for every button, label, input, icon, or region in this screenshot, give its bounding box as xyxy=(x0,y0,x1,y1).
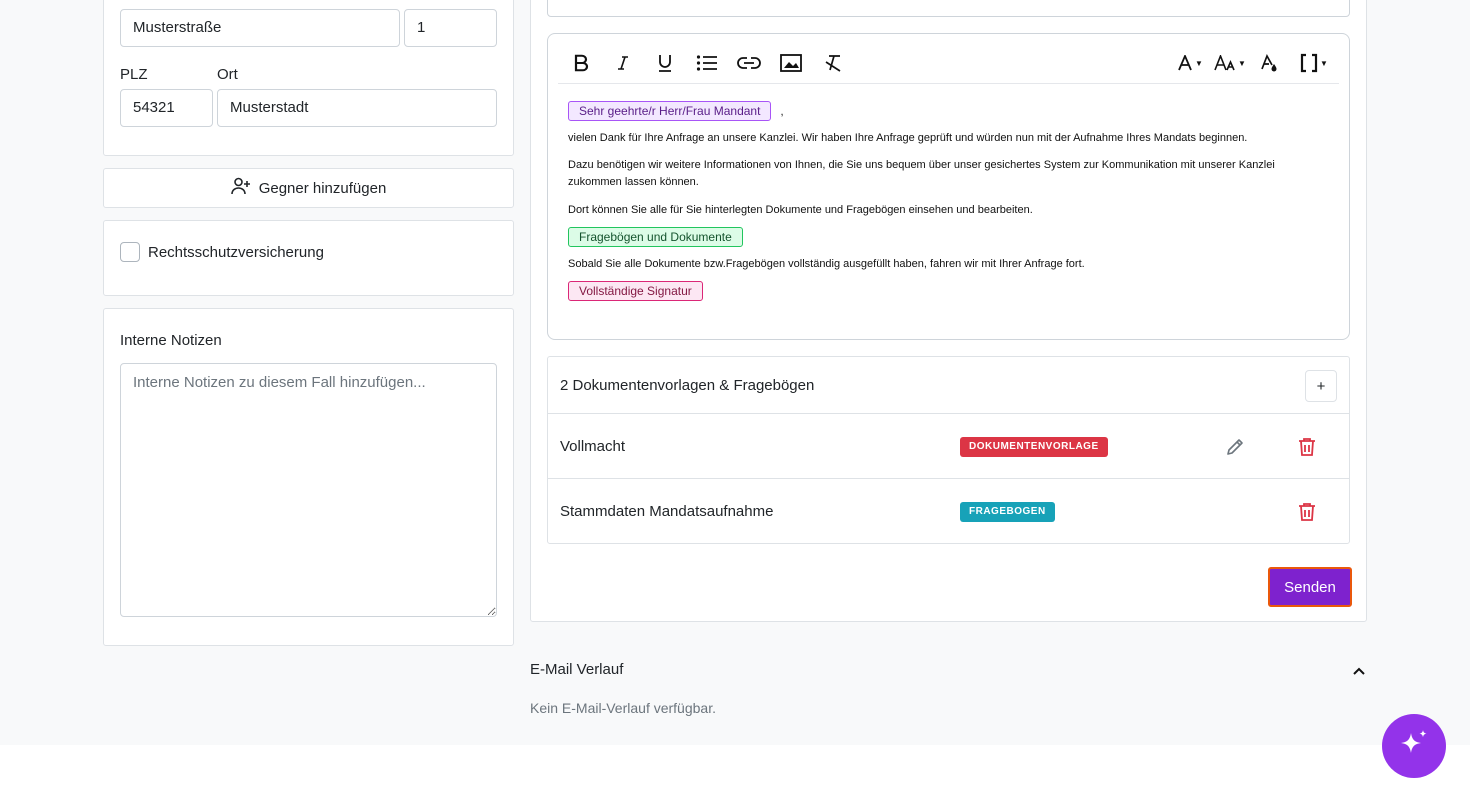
trash-icon[interactable] xyxy=(1295,435,1319,459)
email-history-empty: Kein E-Mail-Verlauf verfügbar. xyxy=(530,700,716,716)
document-type-badge: FRAGEBOGEN xyxy=(960,502,1055,522)
add-opponent-button[interactable]: Gegner hinzufügen xyxy=(103,168,514,208)
salutation-suffix: , xyxy=(780,106,784,118)
plz-label: PLZ xyxy=(120,66,148,83)
salutation-line: Sehr geehrte/r Herr/Frau Mandant , xyxy=(568,101,784,121)
document-row: Vollmacht DOKUMENTENVORLAGE xyxy=(548,414,1349,479)
send-button[interactable]: Senden xyxy=(1268,567,1352,607)
trash-icon[interactable] xyxy=(1295,500,1319,524)
subject-input[interactable] xyxy=(547,0,1350,17)
signature-line: Vollständige Signatur xyxy=(568,281,703,301)
link-icon[interactable] xyxy=(734,48,764,78)
add-opponent-label: Gegner hinzufügen xyxy=(258,179,387,197)
edit-pencil-icon[interactable] xyxy=(1223,435,1247,459)
ort-label: Ort xyxy=(217,66,238,83)
image-icon[interactable] xyxy=(776,48,806,78)
font-color-icon[interactable]: ▼ xyxy=(1172,48,1208,78)
documents-panel: 2 Dokumentenvorlagen & Fragebögen + Voll… xyxy=(547,356,1350,544)
document-name: Stammdaten Mandatsaufnahme xyxy=(560,503,774,520)
documents-line: Fragebögen und Dokumente xyxy=(568,227,743,247)
paragraph-2: Dazu benötigen wir weitere Informationen… xyxy=(568,159,1275,188)
document-name: Vollmacht xyxy=(560,438,626,455)
street-input[interactable]: Musterstraße xyxy=(120,9,400,47)
add-document-button[interactable]: + xyxy=(1305,370,1337,402)
ai-assistant-button[interactable] xyxy=(1382,714,1446,778)
editor-toolbar: ▼ ▼ ▼ xyxy=(558,42,1339,84)
chevron-up-icon[interactable] xyxy=(1350,662,1368,680)
notes-textarea[interactable] xyxy=(120,363,497,617)
paragraph-4: Sobald Sie alle Dokumente bzw.Fragebögen… xyxy=(568,258,1085,270)
document-row: Stammdaten Mandatsaufnahme FRAGEBOGEN xyxy=(548,479,1349,544)
documents-header: 2 Dokumentenvorlagen & Fragebögen + xyxy=(548,357,1349,414)
insurance-checkbox[interactable] xyxy=(120,242,140,262)
house-number-input[interactable]: 1 xyxy=(404,9,497,47)
paragraph-3: Dort können Sie alle für Sie hinterlegte… xyxy=(568,204,1033,216)
italic-icon[interactable] xyxy=(608,48,638,78)
ort-input[interactable]: Musterstadt xyxy=(217,89,497,127)
document-type-badge: DOKUMENTENVORLAGE xyxy=(960,437,1108,457)
email-history-title[interactable]: E-Mail Verlauf xyxy=(530,661,623,678)
salutation-placeholder-chip[interactable]: Sehr geehrte/r Herr/Frau Mandant xyxy=(568,101,772,121)
plz-input[interactable]: 54321 xyxy=(120,89,213,127)
underline-icon[interactable] xyxy=(650,48,680,78)
placeholder-brackets-icon[interactable]: ▼ xyxy=(1296,48,1332,78)
insurance-label: Rechtsschutzversicherung xyxy=(148,244,324,261)
bold-icon[interactable] xyxy=(566,48,596,78)
highlight-icon[interactable] xyxy=(1254,48,1284,78)
signature-placeholder-chip[interactable]: Vollständige Signatur xyxy=(568,281,703,301)
documents-title: 2 Dokumentenvorlagen & Fragebögen xyxy=(560,377,815,394)
font-size-icon[interactable]: ▼ xyxy=(1212,48,1248,78)
bullet-list-icon[interactable] xyxy=(692,48,722,78)
paragraph-1: vielen Dank für Ihre Anfrage an unsere K… xyxy=(568,132,1248,144)
email-editor: ▼ ▼ ▼ Sehr geehrte/r Herr/Frau Mandant ,… xyxy=(547,33,1350,340)
sparkles-icon xyxy=(1397,727,1431,766)
notes-title: Interne Notizen xyxy=(120,332,222,349)
user-plus-icon xyxy=(230,177,251,199)
page-footer-band xyxy=(0,745,1470,802)
documents-placeholder-chip[interactable]: Fragebögen und Dokumente xyxy=(568,227,743,247)
clear-format-icon[interactable] xyxy=(818,48,848,78)
